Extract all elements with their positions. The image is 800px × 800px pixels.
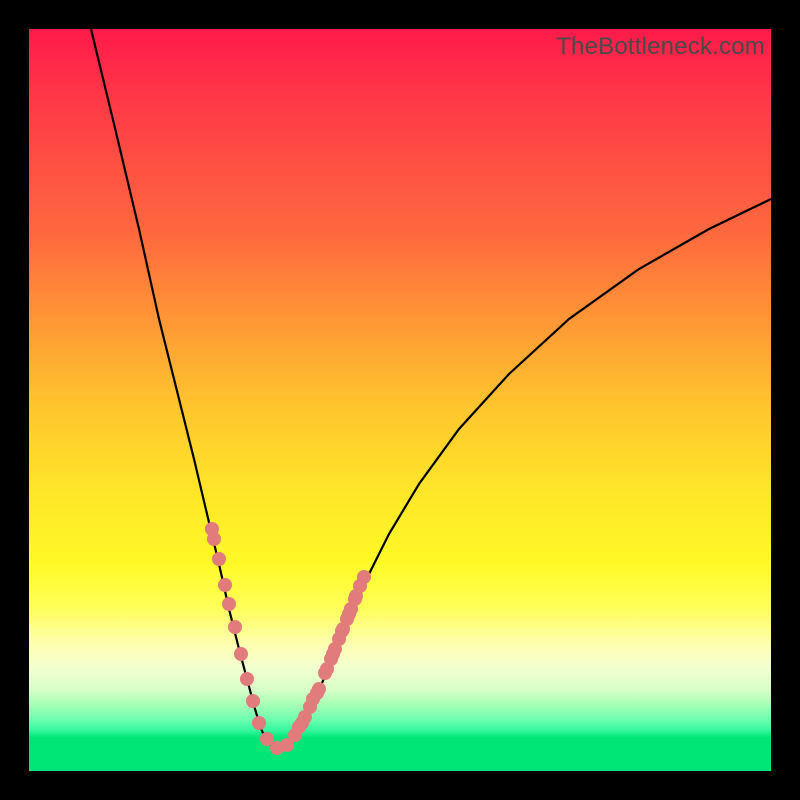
data-point bbox=[240, 672, 254, 686]
curve-left-branch bbox=[91, 29, 279, 749]
data-point bbox=[228, 620, 242, 634]
data-point bbox=[218, 578, 232, 592]
chart-frame: TheBottleneck.com bbox=[0, 0, 800, 800]
data-point bbox=[234, 647, 248, 661]
data-point bbox=[207, 532, 221, 546]
data-point bbox=[246, 694, 260, 708]
data-point bbox=[318, 666, 332, 680]
data-point bbox=[357, 570, 371, 584]
curve-right-branch bbox=[279, 199, 771, 749]
dots-right-group bbox=[280, 570, 371, 752]
data-point bbox=[306, 692, 320, 706]
data-point bbox=[252, 716, 266, 730]
dots-left-group bbox=[205, 522, 284, 755]
data-point bbox=[326, 647, 340, 661]
data-point bbox=[344, 602, 358, 616]
data-point bbox=[292, 720, 306, 734]
data-point bbox=[212, 552, 226, 566]
data-point bbox=[332, 632, 346, 646]
curve-svg bbox=[29, 29, 771, 771]
plot-area: TheBottleneck.com bbox=[29, 29, 771, 771]
data-point bbox=[222, 597, 236, 611]
